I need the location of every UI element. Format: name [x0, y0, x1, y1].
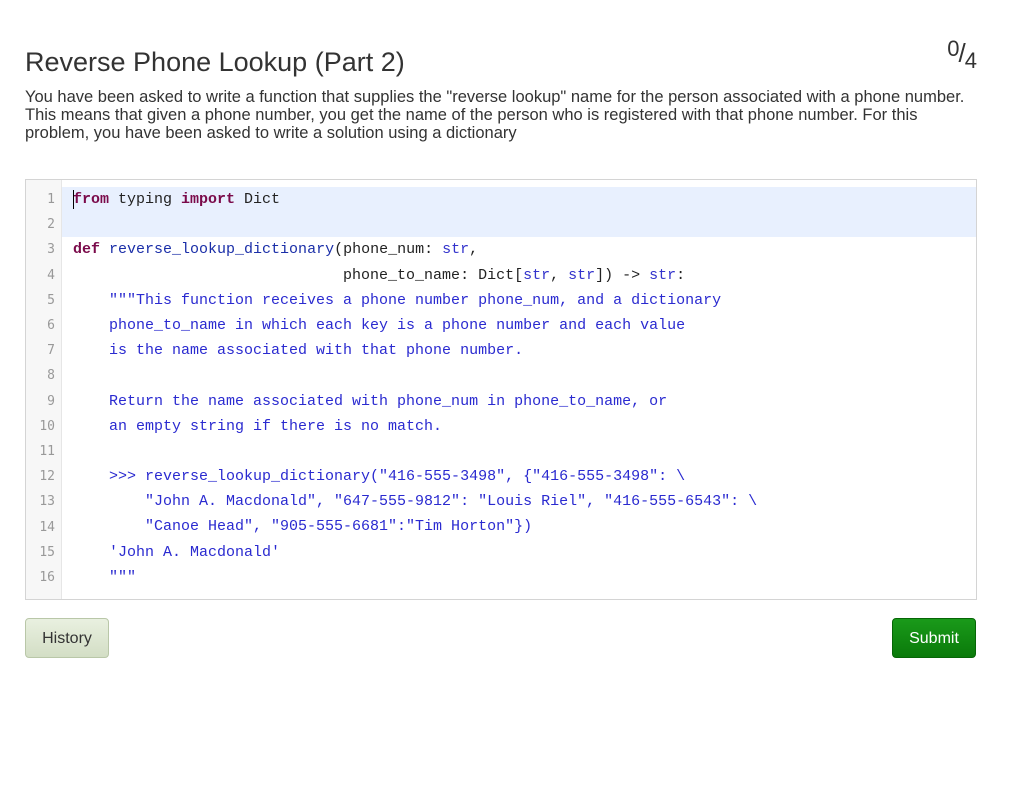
code-token: def	[73, 241, 101, 259]
score-display: 0/4	[947, 36, 977, 73]
code-line: "Canoe Head", "905-555-6681":"Tim Horton…	[73, 514, 973, 539]
code-token: Return the name associated with phone_nu…	[73, 392, 668, 410]
score-earned: 0	[947, 36, 960, 61]
code-line: def reverse_lookup_dictionary(phone_num:…	[73, 237, 973, 262]
code-line: phone_to_name in which each key is a pho…	[73, 313, 973, 338]
score-total: 4	[964, 48, 977, 73]
code-token: str	[442, 241, 470, 259]
code-token: an empty string if there is no match.	[73, 417, 443, 435]
code-line: """This function receives a phone number…	[73, 288, 973, 313]
line-number: 3	[47, 242, 55, 258]
code-token: "John A. Macdonald", "647-555-9812": "Lo…	[73, 493, 758, 511]
page-title: Reverse Phone Lookup (Part 2)	[25, 47, 405, 77]
code-token: from	[73, 191, 110, 208]
code-token: ]) ->	[595, 266, 650, 284]
code-token: str	[568, 266, 596, 284]
line-number: 7	[47, 343, 55, 359]
code-token: str	[649, 266, 677, 284]
line-number: 12	[39, 469, 55, 485]
problem-header: Reverse Phone Lookup (Part 2) 0/4	[25, 36, 977, 84]
code-token: """	[73, 568, 137, 586]
code-token: Dict	[235, 191, 281, 208]
line-number: 1	[47, 192, 55, 207]
code-line: "John A. Macdonald", "647-555-9812": "Lo…	[73, 489, 973, 514]
code-token: (phone_num:	[334, 241, 443, 259]
submit-button[interactable]: Submit	[892, 618, 976, 658]
code-token: phone_to_name in which each key is a pho…	[73, 316, 686, 334]
text-cursor	[73, 190, 74, 209]
code-token: typing	[109, 191, 182, 208]
code-token: reverse_lookup_dictionary	[109, 241, 335, 259]
line-number: 9	[47, 393, 55, 409]
history-button[interactable]: History	[25, 618, 109, 658]
code-token: 'John A. Macdonald'	[73, 543, 281, 561]
code-token: str	[523, 266, 551, 284]
code-line: is the name associated with that phone n…	[73, 338, 973, 363]
code-line: ​	[73, 363, 973, 388]
line-number: 2	[47, 217, 55, 233]
code-content[interactable]: from typing import Dict​def reverse_look…	[73, 187, 973, 590]
code-line: an empty string if there is no match.	[73, 414, 973, 439]
code-token: ,	[550, 266, 569, 284]
code-token: import	[181, 191, 236, 208]
code-line: Return the name associated with phone_nu…	[73, 389, 973, 414]
line-number: 4	[47, 267, 55, 283]
line-number: 13	[39, 494, 55, 510]
code-editor[interactable]: 1 2 3 4 5 6 7 8 9 10 11 12 13 14 15 16 from typing impo…	[25, 179, 977, 600]
code-line: ​	[73, 212, 973, 237]
code-line: phone_to_name: Dict[str, str]) -> str:	[73, 263, 973, 288]
line-number: 5	[47, 292, 55, 308]
line-number: 15	[39, 544, 55, 560]
code-line: 'John A. Macdonald'	[73, 540, 973, 565]
line-number: 11	[39, 444, 55, 459]
code-token: >>> reverse_lookup_dictionary("416-555-3…	[73, 468, 686, 486]
code-token: """This function receives a phone number…	[73, 291, 722, 309]
code-token: :	[676, 266, 686, 284]
code-token: ,	[469, 241, 479, 259]
line-number: 8	[47, 368, 55, 384]
line-number: 14	[39, 519, 55, 535]
code-line: >>> reverse_lookup_dictionary("416-555-3…	[73, 464, 973, 489]
line-number: 10	[39, 418, 55, 434]
code-token: phone_to_name: Dict[	[73, 266, 524, 284]
code-line: from typing import Dict	[73, 187, 973, 212]
code-line: """	[73, 565, 973, 590]
line-number-gutter: 1 2 3 4 5 6 7 8 9 10 11 12 13 14 15 16	[26, 180, 62, 599]
line-number: 16	[39, 570, 55, 585]
problem-description: You have been asked to write a function …	[25, 88, 965, 142]
line-number: 6	[47, 318, 55, 333]
code-token: is the name associated with that phone n…	[73, 342, 524, 360]
code-token: "Canoe Head", "905-555-6681":"Tim Horton…	[73, 518, 533, 536]
code-line: ​	[73, 439, 973, 464]
